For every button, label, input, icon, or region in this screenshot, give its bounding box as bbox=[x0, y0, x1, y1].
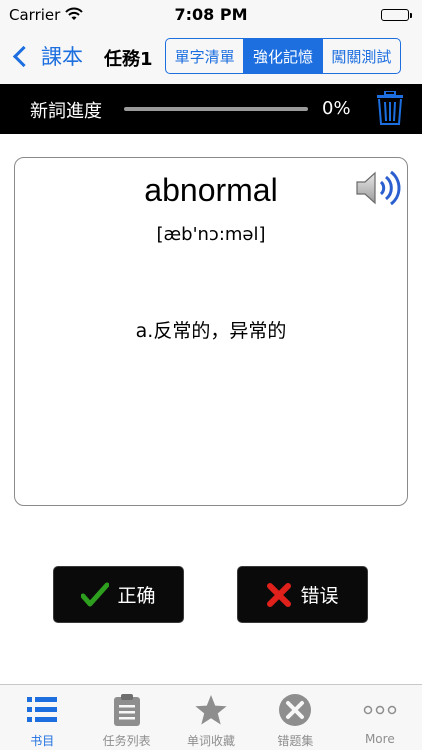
page-title: 任務1 bbox=[104, 49, 153, 70]
new-word-progress-bar: 新詞進度 0% bbox=[0, 84, 422, 134]
close-circle-icon bbox=[278, 693, 312, 727]
tab-task-list[interactable]: 任务列表 bbox=[84, 685, 168, 750]
segment-word-list[interactable]: 單字清單 bbox=[166, 39, 243, 73]
correct-button[interactable]: 正确 bbox=[53, 566, 184, 623]
back-button[interactable]: 課本 bbox=[10, 40, 83, 72]
navigation-bar: 課本 任務1 單字清單 強化記憶 闖關測試 bbox=[0, 30, 422, 84]
cross-icon bbox=[266, 582, 292, 608]
mode-segmented-control: 單字清單 強化記憶 闖關測試 bbox=[165, 38, 401, 74]
speaker-icon[interactable] bbox=[355, 168, 403, 212]
word-text: abnormal bbox=[144, 172, 278, 208]
clock: 7:08 PM bbox=[174, 5, 248, 24]
progress-track bbox=[124, 107, 308, 111]
phonetic-text: [æb'nɔ:məl] bbox=[156, 224, 266, 245]
back-label: 課本 bbox=[41, 45, 83, 69]
word-card: abnormal [æb'nɔ:məl] a.反常的，异常的 bbox=[14, 157, 408, 506]
status-bar: Carrier 7:08 PM bbox=[0, 0, 422, 30]
star-icon bbox=[194, 693, 228, 727]
tab-label: 书目 bbox=[30, 734, 55, 748]
tab-more[interactable]: More bbox=[338, 685, 422, 750]
chevron-left-icon bbox=[12, 45, 35, 67]
tab-label: 错题集 bbox=[277, 734, 314, 748]
segment-level-test[interactable]: 闖關測試 bbox=[321, 39, 400, 73]
meaning-text: a.反常的，异常的 bbox=[135, 320, 287, 342]
tab-label: 单词收藏 bbox=[187, 734, 236, 748]
trash-icon[interactable] bbox=[376, 90, 404, 129]
more-dots-icon bbox=[363, 693, 397, 727]
tab-label: 任务列表 bbox=[102, 734, 151, 748]
clipboard-icon bbox=[113, 693, 141, 727]
correct-label: 正确 bbox=[117, 585, 156, 607]
tab-word-favorites[interactable]: 单词收藏 bbox=[169, 685, 253, 750]
tab-label: More bbox=[364, 732, 395, 746]
checkmark-icon bbox=[81, 582, 110, 608]
tab-bar: 书目 任务列表 单词收藏 错题集 More bbox=[0, 684, 422, 750]
battery-icon bbox=[381, 9, 412, 21]
progress-label: 新詞進度 bbox=[30, 101, 102, 122]
tab-wrong-questions[interactable]: 错题集 bbox=[253, 685, 337, 750]
wrong-button[interactable]: 错误 bbox=[237, 566, 368, 623]
list-icon bbox=[26, 693, 58, 727]
wrong-label: 错误 bbox=[300, 585, 339, 607]
segment-reinforce-memory[interactable]: 強化記憶 bbox=[243, 39, 322, 73]
tab-books[interactable]: 书目 bbox=[0, 685, 84, 750]
progress-percent: 0% bbox=[322, 98, 351, 119]
